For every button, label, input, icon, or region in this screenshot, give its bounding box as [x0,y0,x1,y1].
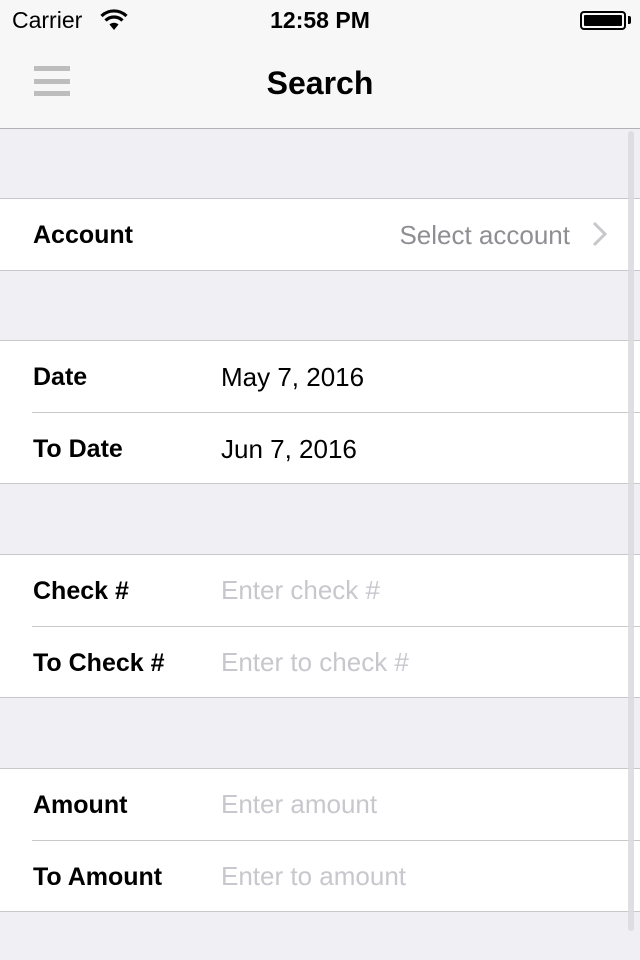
battery-level [584,15,622,26]
date-label: Date [33,363,88,391]
battery-tip [628,16,631,24]
to-check-label: To Check # [33,649,165,677]
check-row: Check # [0,555,640,626]
check-section: Check # To Check # [0,554,640,698]
date-section: Date May 7, 2016 To Date Jun 7, 2016 [0,340,640,484]
account-row[interactable]: Account Select account [0,199,640,270]
page-title: Search [266,65,374,101]
top-bar: Carrier 12:58 PM Search [0,0,640,129]
check-label: Check # [33,577,129,605]
status-bar: Carrier 12:58 PM [0,0,640,40]
amount-label: Amount [33,791,128,819]
to-amount-label: To Amount [33,863,163,891]
date-row[interactable]: Date May 7, 2016 [0,341,640,412]
amount-input[interactable] [221,783,611,825]
date-value[interactable]: May 7, 2016 [221,362,364,393]
account-value: Select account [399,220,570,250]
to-date-label: To Date [33,435,123,463]
amount-row: Amount [0,769,640,840]
to-date-value[interactable]: Jun 7, 2016 [221,434,357,465]
navigation-bar: Search [0,40,640,128]
check-number-input[interactable] [221,569,611,611]
status-time: 12:58 PM [270,7,370,33]
to-date-row[interactable]: To Date Jun 7, 2016 [0,412,640,483]
account-label: Account [33,221,133,249]
to-amount-input[interactable] [221,855,611,897]
chevron-right-icon [592,221,608,247]
battery-icon [580,11,626,30]
vertical-scrollbar[interactable] [628,131,634,931]
to-amount-row: To Amount [0,840,640,911]
to-check-number-input[interactable] [221,641,611,683]
account-section: Account Select account [0,198,640,271]
to-check-row: To Check # [0,626,640,697]
amount-section: Amount To Amount [0,768,640,912]
